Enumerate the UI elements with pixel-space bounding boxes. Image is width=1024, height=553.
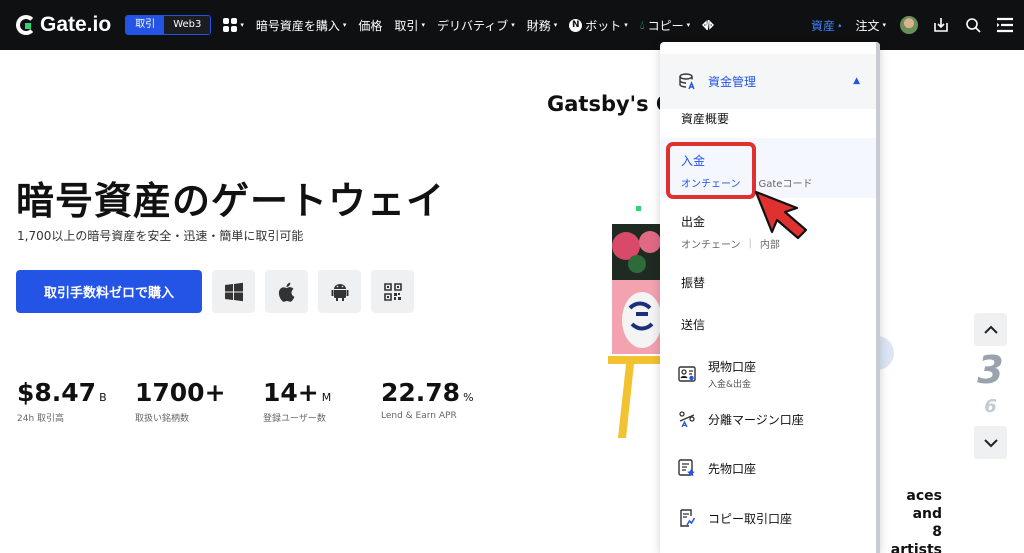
transfer-item[interactable]: 振替 [660,274,876,291]
stat-24h-volume: $8.47 B 24h 取引高 [17,378,107,424]
send-item[interactable]: 送信 [660,316,876,333]
coins-stack-icon [679,72,695,89]
logo[interactable]: Gate.io [16,13,111,37]
carousel-down-button[interactable] [974,426,1007,459]
deposit-highlight-box [666,142,756,199]
android-icon [331,283,348,301]
logo-text: Gate.io [40,13,112,36]
android-download-button[interactable] [318,270,361,313]
carousel-total-pages: 6 [984,396,997,417]
apple-download-button[interactable] [265,270,308,313]
assets-dropdown: 資金管理 ▲︎ 資産概要 入金 オンチェーン Gateコード 出金 オンチェーン… [660,42,880,553]
menu-icon[interactable] [996,16,1014,34]
isolated-margin-account-item[interactable]: 分離マージン口座 [660,404,876,434]
futures-account-icon [678,459,696,477]
carousel-up-button[interactable] [974,313,1007,346]
nft-stand-decoration [608,356,660,438]
nav-bot[interactable]: N ボット ▾ [569,17,628,34]
stat-listed-coins: 1700+ 取扱い銘柄数 [135,378,226,424]
user-avatar[interactable] [900,16,918,34]
hero-title: 暗号資産のゲートウェイ [16,179,446,223]
nav-derivatives[interactable]: デリバティブ ▾ [437,17,515,34]
windows-icon [224,282,243,301]
nav-finance[interactable]: 財務 ▾ [527,17,558,34]
nav-menu: ▾ 暗号資産を購入 ▾ 価格 取引 ▾ デリバティブ ▾ 財務 ▾ N ボット ▾ 💧︎ … [223,17,715,34]
copy-trading-account-icon [678,509,696,527]
margin-account-icon [678,410,696,428]
download-icon[interactable] [932,16,950,34]
withdraw-onchain-link[interactable]: オンチェーン [681,236,741,251]
windows-download-button[interactable] [212,270,255,313]
chevron-up-icon: ▲︎ [853,76,860,86]
red-arrow-pointer-icon [754,190,808,240]
spot-account-item[interactable]: 現物口座 入金&出金 [660,352,876,396]
nav-apps-menu[interactable]: ▾ [223,18,244,32]
banner-dot-decoration [636,206,641,211]
fund-management-header[interactable]: 資金管理 ▲︎ [660,54,876,109]
copy-trading-account-item[interactable]: コピー取引口座 [660,503,876,533]
nav-buy-crypto[interactable]: 暗号資産を購入 ▾ [256,17,347,34]
mode-trade-tab[interactable]: 取引 [126,16,165,34]
mode-web3-tab[interactable]: Web3 [164,16,211,34]
nav-assets[interactable]: 資産 ▴ [811,17,842,34]
apps-grid-icon [223,18,238,32]
buy-zero-fee-button[interactable]: 取引手数料ゼロで購入 [16,270,202,313]
stat-lend-earn-apr: 22.78% Lend & Earn APR [381,378,474,421]
bot-n-icon: N [569,18,583,32]
stat-registered-users: 14+ M 登録ユーザー数 [263,378,332,424]
chevron-up-icon [983,325,998,334]
qr-code-icon [383,282,402,301]
nft-artwork-image [612,224,662,354]
chevron-down-icon [983,438,998,447]
gate-logo-icon [16,15,36,35]
nav-prices[interactable]: 価格 [358,17,382,34]
flame-icon: 💧︎ [639,17,645,32]
qr-download-button[interactable] [371,270,414,313]
nav-copy[interactable]: 💧︎ コピー ▾ [640,17,690,34]
spot-account-icon [678,365,696,383]
apple-icon [278,282,294,302]
futures-account-item[interactable]: 先物口座 [660,453,876,483]
nav-more-icon[interactable] [702,19,715,31]
asset-overview-item[interactable]: 資産概要 [660,110,876,127]
search-icon[interactable] [964,16,982,34]
hero-subtitle: 1,700以上の暗号資産を安全・迅速・簡単に取引可能 [17,229,304,243]
nav-trade[interactable]: 取引 ▾ [394,17,425,34]
dropdown-scrollbar[interactable] [876,42,880,553]
banner-title: Gatsby's C [547,92,660,116]
mode-switch: 取引 Web3 [125,15,212,35]
nav-orders[interactable]: 注文 ▾ [855,17,886,34]
fund-management-label: 資金管理 [708,75,757,89]
carousel-current-page: 3 [977,348,1004,392]
banner-side-text: aces and 8 artists [890,488,942,553]
